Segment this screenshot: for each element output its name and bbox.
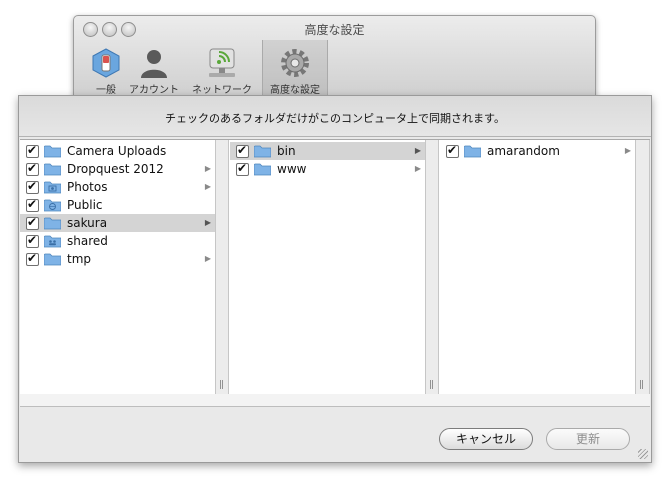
- folder-name: www: [277, 162, 307, 176]
- column-resize-handle[interactable]: ||: [635, 140, 650, 394]
- disclosure-arrow-icon: ▶: [204, 218, 211, 227]
- cancel-button[interactable]: キャンセル: [439, 428, 533, 450]
- folder-row-sakura[interactable]: sakura ▶: [20, 214, 215, 232]
- sheet-header: チェックのあるフォルダだけがこのコンピュータ上で同期されます。: [19, 96, 651, 137]
- checkbox[interactable]: [236, 160, 249, 176]
- folder-row-www[interactable]: www ▶: [230, 160, 425, 178]
- person-icon: [141, 50, 167, 78]
- checkbox[interactable]: [26, 160, 39, 176]
- folder-row-bin[interactable]: bin ▶: [230, 142, 425, 160]
- update-button[interactable]: 更新: [546, 428, 630, 450]
- folder-row-shared[interactable]: shared: [20, 232, 215, 250]
- folder-name: amarandom: [487, 144, 560, 158]
- checkbox[interactable]: [446, 142, 459, 158]
- disclosure-arrow-icon: ▶: [204, 182, 211, 191]
- window-title: 高度な設定: [304, 23, 365, 37]
- column-resize-handle[interactable]: ||: [215, 140, 229, 394]
- toolbar-advanced[interactable]: 高度な設定: [262, 40, 328, 96]
- folder-row-tmp[interactable]: tmp ▶: [20, 250, 215, 268]
- folder-column-1[interactable]: Camera Uploads Dropquest 2012 ▶ Photos ▶…: [20, 140, 215, 394]
- resize-grip-icon[interactable]: [638, 449, 648, 459]
- folder-icon: [44, 217, 61, 230]
- checkbox[interactable]: [26, 196, 39, 212]
- grip-icon: ||: [219, 380, 224, 390]
- checkbox[interactable]: [26, 142, 39, 158]
- folder-column-browser: Camera Uploads Dropquest 2012 ▶ Photos ▶…: [20, 139, 650, 395]
- disclosure-arrow-icon: ▶: [204, 254, 211, 263]
- preferences-window: 高度な設定 一般 アカウント ネットワーク 高度な設定: [73, 15, 596, 99]
- checkbox[interactable]: [26, 214, 39, 230]
- gear-icon: [281, 49, 309, 77]
- folder-name: sakura: [67, 216, 108, 230]
- folder-row-photos[interactable]: Photos ▶: [20, 178, 215, 196]
- checkbox[interactable]: [26, 178, 39, 194]
- folder-row-camera-uploads[interactable]: Camera Uploads: [20, 142, 215, 160]
- folder-row-dropquest[interactable]: Dropquest 2012 ▶: [20, 160, 215, 178]
- disclosure-arrow-icon: ▶: [414, 164, 421, 173]
- folder-name: Public: [67, 198, 103, 212]
- network-icon: [209, 48, 235, 77]
- folder-name: tmp: [67, 252, 92, 266]
- toolbar-network[interactable]: ネットワーク: [188, 44, 256, 96]
- horizontal-scrollbar[interactable]: [20, 394, 650, 407]
- folder-icon: [44, 145, 61, 158]
- column-resize-handle[interactable]: ||: [425, 140, 439, 394]
- folder-name: Photos: [67, 180, 108, 194]
- disclosure-arrow-icon: ▶: [414, 146, 421, 155]
- folder-icon: [44, 163, 61, 176]
- toolbar-network-label: ネットワーク: [192, 85, 252, 96]
- shared-folder-icon: [44, 235, 61, 248]
- checkbox[interactable]: [26, 232, 39, 248]
- folder-column-3[interactable]: amarandom ▶: [440, 140, 635, 394]
- folder-icon: [254, 145, 271, 158]
- folder-row-amarandom[interactable]: amarandom ▶: [440, 142, 635, 160]
- public-folder-icon: [44, 199, 61, 212]
- folder-icon: [44, 253, 61, 266]
- switch-icon: [92, 48, 120, 78]
- toolbar-account-label: アカウント: [129, 85, 179, 96]
- folder-name: bin: [277, 144, 296, 158]
- grip-icon: ||: [429, 380, 434, 390]
- checkbox[interactable]: [236, 142, 249, 158]
- folder-name: Camera Uploads: [67, 144, 167, 158]
- photos-folder-icon: [44, 181, 61, 194]
- checkbox[interactable]: [26, 250, 39, 266]
- selective-sync-sheet: チェックのあるフォルダだけがこのコンピュータ上で同期されます。 Camera U…: [18, 95, 652, 463]
- grip-icon: ||: [639, 380, 644, 390]
- folder-row-public[interactable]: Public: [20, 196, 215, 214]
- folder-column-2[interactable]: bin ▶ www ▶: [230, 140, 425, 394]
- folder-icon: [254, 163, 271, 176]
- toolbar-advanced-label: 高度な設定: [270, 85, 320, 96]
- instruction-text: チェックのあるフォルダだけがこのコンピュータ上で同期されます。: [165, 112, 505, 125]
- disclosure-arrow-icon: ▶: [204, 164, 211, 173]
- toolbar-account[interactable]: アカウント: [124, 44, 184, 96]
- folder-name: shared: [67, 234, 108, 248]
- folder-name: Dropquest 2012: [67, 162, 164, 176]
- disclosure-arrow-icon: ▶: [624, 146, 631, 155]
- folder-icon: [464, 145, 481, 158]
